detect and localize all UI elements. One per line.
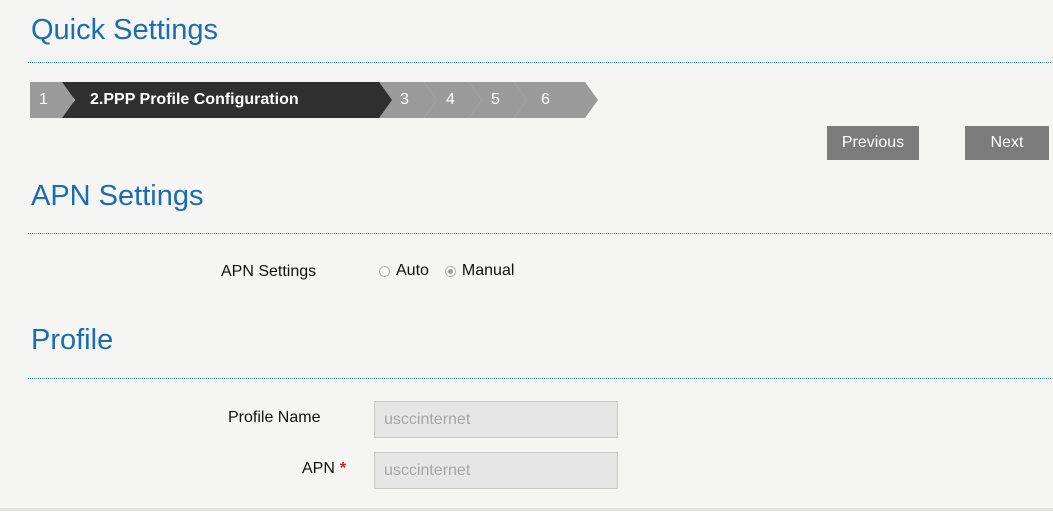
apn-auto-label[interactable]: Auto (396, 262, 429, 280)
profile-name-input[interactable] (374, 401, 618, 438)
apn-manual-radio[interactable] (444, 265, 456, 277)
apn-manual-label[interactable]: Manual (462, 262, 514, 280)
apn-field-label: APN * (302, 460, 347, 477)
page-title: Quick Settings (31, 14, 218, 46)
apn-settings-label: APN Settings (221, 263, 317, 280)
previous-button[interactable]: Previous (827, 126, 919, 160)
apn-input[interactable] (374, 452, 618, 489)
next-button[interactable]: Next (965, 126, 1049, 160)
profile-heading: Profile (31, 324, 114, 356)
profile-name-label: Profile Name (228, 409, 321, 426)
profile-divider (28, 378, 1051, 379)
quick-settings-panel: Quick Settings 1 2.PPP Profile Configura… (0, 0, 1053, 511)
wizard-step-2-active[interactable]: 2.PPP Profile Configuration (62, 82, 406, 118)
required-asterisk: * (339, 460, 347, 477)
title-divider (28, 62, 1051, 63)
apn-mode-radio-group: Auto Manual (379, 262, 530, 280)
apn-settings-heading: APN Settings (31, 180, 204, 212)
apn-settings-divider (28, 233, 1051, 234)
apn-auto-radio[interactable] (379, 265, 390, 277)
